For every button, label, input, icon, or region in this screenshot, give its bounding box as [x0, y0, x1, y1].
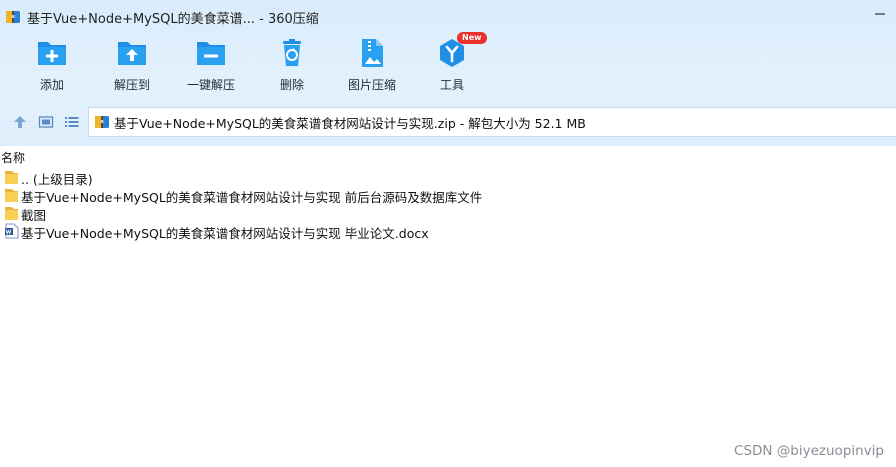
list-item-label: 基于Vue+Node+MySQL的美食菜谱食材网站设计与实现 毕业论文.docx	[21, 226, 429, 241]
extract-to-icon	[118, 42, 146, 65]
list-item[interactable]: 基于Vue+Node+MySQL的美食菜谱食材网站设计与实现 毕业论文.docx	[0, 222, 896, 241]
image-compress-button[interactable]: 图片压缩	[337, 36, 407, 100]
column-header: 名称	[0, 146, 896, 168]
delete-icon	[283, 39, 301, 66]
navigation-row: 基于Vue+Node+MySQL的美食菜谱食材网站设计与实现.zip - 解包大…	[0, 106, 896, 138]
address-bar[interactable]: 基于Vue+Node+MySQL的美食菜谱食材网站设计与实现.zip - 解包大…	[88, 107, 896, 137]
archive-app-icon	[6, 11, 20, 23]
window-title: 基于Vue+Node+MySQL的美食菜谱... - 360压缩	[27, 12, 319, 27]
image-compress-label: 图片压缩	[347, 78, 396, 92]
add-label: 添加	[39, 78, 64, 92]
zip-file-icon	[95, 116, 109, 128]
image-compress-icon	[362, 39, 383, 67]
watermark: CSDN @biyezuopinvip	[734, 443, 884, 459]
extract-to-button[interactable]: 解压到	[97, 36, 167, 100]
list-item[interactable]: .. (上级目录)	[0, 168, 896, 187]
column-name-header[interactable]: 名称	[1, 149, 25, 166]
tools-label: 工具	[439, 78, 464, 92]
one-click-extract-label: 一键解压	[186, 78, 235, 92]
toolbar: 添加 解压到 一键解压 删除 图片压缩 New 工具	[0, 32, 896, 100]
address-path: 基于Vue+Node+MySQL的美食菜谱食材网站设计与实现.zip - 解包大…	[114, 115, 586, 131]
add-button[interactable]: 添加	[17, 36, 87, 100]
word-doc-icon	[5, 223, 19, 239]
one-click-extract-icon	[197, 42, 225, 65]
title-bar: 基于Vue+Node+MySQL的美食菜谱... - 360压缩	[0, 0, 896, 34]
up-arrow-icon[interactable]	[11, 113, 29, 131]
list-view-icon[interactable]	[63, 113, 81, 131]
extract-to-label: 解压到	[113, 78, 150, 92]
tools-button[interactable]: New 工具	[417, 32, 487, 100]
delete-button[interactable]: 删除	[257, 36, 327, 100]
window-chrome: 基于Vue+Node+MySQL的美食菜谱... - 360压缩 添加 解压到	[0, 0, 896, 146]
folder-icon	[5, 207, 18, 220]
new-badge: New	[457, 32, 487, 44]
add-icon	[38, 42, 66, 65]
list-item[interactable]: 基于Vue+Node+MySQL的美食菜谱食材网站设计与实现 前后台源码及数据库…	[0, 186, 896, 205]
one-click-extract-button[interactable]: 一键解压	[176, 36, 246, 100]
thumbnail-view-icon[interactable]	[37, 113, 55, 131]
folder-icon	[5, 171, 18, 184]
folder-icon	[5, 189, 18, 202]
minimize-icon[interactable]	[870, 4, 890, 24]
delete-label: 删除	[279, 78, 304, 92]
list-item[interactable]: 截图	[0, 204, 896, 223]
